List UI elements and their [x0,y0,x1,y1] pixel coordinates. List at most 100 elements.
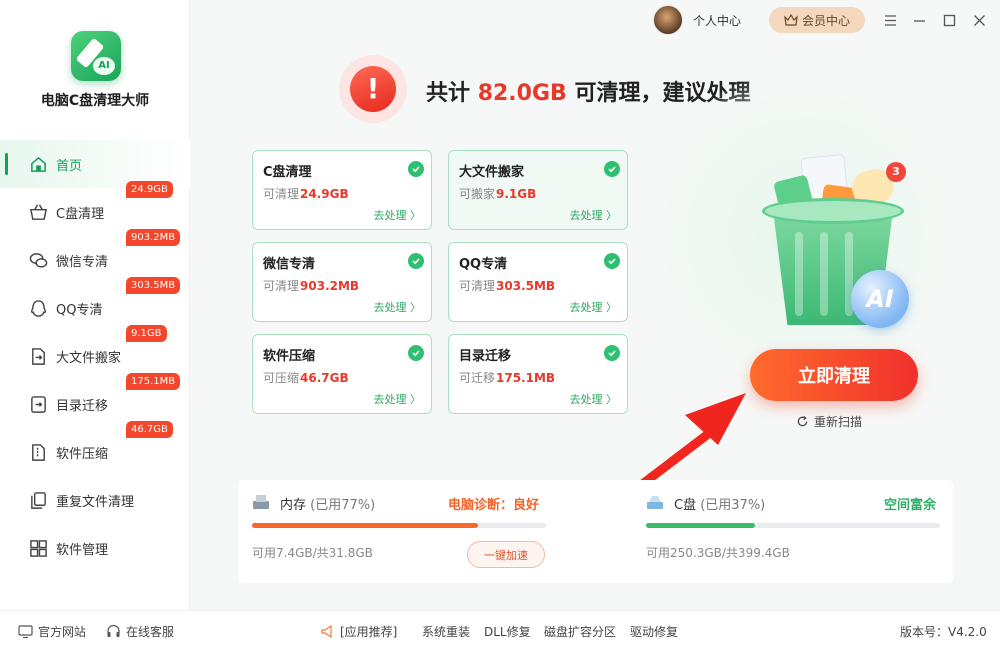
notification-badge: 3 [886,162,906,182]
qq-icon [28,298,48,318]
size-badge: 175.1MB [126,373,181,390]
sidebar: AI 电脑C盘清理大师 首页 C盘清理 24.9GB 微信专清 903.2MB [0,0,190,610]
minimize-icon [913,19,925,22]
footer: 官方网站 在线客服 [应用推荐] 系统重装 DLL修复 磁盘扩容分区 驱动修复 … [0,610,1000,650]
sidebar-item-label: 微信专清 [56,254,109,270]
avatar[interactable] [653,5,683,35]
minimize-button[interactable] [908,9,930,31]
crown-icon [784,13,798,26]
sidebar-item-duplicate-clean[interactable]: 重复文件清理 [0,476,190,524]
close-button[interactable] [968,9,990,31]
clean-now-button[interactable]: 立即清理 [750,349,918,401]
memory-icon [252,493,270,511]
menu-icon [884,14,896,26]
card-action-link[interactable]: 去处理 〉 [374,207,422,223]
card-value: 9.1GB [496,187,537,201]
drive-icon [646,493,664,511]
maximize-icon [943,14,955,26]
online-support-link[interactable]: 在线客服 [106,623,174,640]
memory-label: 内存 (已用77%) [280,498,376,513]
close-icon [973,14,985,26]
size-badge: 9.1GB [126,325,167,342]
check-icon [604,161,620,177]
recommend-label: [应用推荐] [320,623,397,640]
total-cleanable-amount: 82.0GB [477,81,567,106]
card-sub: 可清理303.5MB [459,279,556,293]
grid-icon [28,538,48,558]
sidebar-nav: 首页 C盘清理 24.9GB 微信专清 903.2MB QQ专清 303.5MB [0,140,190,572]
card-action-link[interactable]: 去处理 〉 [570,299,618,315]
card-value: 175.1MB [496,371,556,385]
footer-link-driver-repair[interactable]: 驱动修复 [630,623,678,640]
card-value: 303.5MB [496,279,556,293]
card-value: 903.2MB [300,279,360,293]
app-logo: AI [71,31,121,81]
check-icon [408,161,424,177]
sidebar-item-software-compress[interactable]: 软件压缩 46.7GB [0,421,190,476]
card-c-drive-clean[interactable]: C盘清理 可清理24.9GB 去处理 〉 [252,150,432,230]
disk-progress-fill [646,523,755,528]
memory-usage: (已用77%) [310,498,376,513]
memory-available: 可用7.4GB/共31.8GB [252,546,373,560]
card-sub: 可搬家9.1GB [459,187,537,201]
card-sub: 可清理903.2MB [263,279,360,293]
rescan-button[interactable]: 重新扫描 [796,413,862,430]
megaphone-icon [321,624,332,639]
title-prefix: 共计 [426,81,471,106]
card-title: 软件压缩 [263,349,316,364]
personal-center-link[interactable]: 个人中心 [693,12,741,29]
card-title: 微信专清 [263,257,316,272]
rescan-label: 重新扫描 [814,415,863,429]
headset-icon [107,624,120,637]
logo-ai-badge: AI [93,57,115,75]
sidebar-item-software-manage[interactable]: 软件管理 [0,524,190,572]
size-badge: 303.5MB [126,277,181,294]
disk-progress-bar [646,523,940,528]
card-title: 大文件搬家 [459,165,525,180]
version-label: 版本号：V4.2.0 [900,625,987,639]
sidebar-item-label: 目录迁移 [56,398,109,414]
footer-link-system-reinstall[interactable]: 系统重装 [422,623,470,640]
one-click-boost-button[interactable]: 一键加速 [467,541,545,568]
alert-icon: ! [339,55,407,123]
disk-usage: (已用37%) [700,498,766,513]
maximize-button[interactable] [938,9,960,31]
card-value: 46.7GB [300,371,349,385]
footer-link-dll-repair[interactable]: DLL修复 [484,623,531,640]
home-icon [28,154,48,174]
sidebar-item-label: 重复文件清理 [56,494,135,510]
memory-progress-bar [252,523,546,528]
sidebar-item-label: 大文件搬家 [56,350,122,366]
card-action-link[interactable]: 去处理 〉 [374,391,422,407]
card-software-compress[interactable]: 软件压缩 可压缩46.7GB 去处理 〉 [252,334,432,414]
sidebar-item-label: C盘清理 [56,206,105,222]
card-large-file-move[interactable]: 大文件搬家 可搬家9.1GB 去处理 〉 [448,150,628,230]
card-title: C盘清理 [263,165,312,180]
card-action-link[interactable]: 去处理 〉 [570,207,618,223]
app-name: 电脑C盘清理大师 [40,93,150,109]
card-sub: 可压缩46.7GB [263,371,349,385]
card-title: QQ专清 [459,257,508,272]
sidebar-item-label: QQ专清 [56,302,103,318]
vip-center-button[interactable]: 会员中心 [769,7,865,33]
disk-available: 可用250.3GB/共399.4GB [646,546,790,560]
size-badge: 903.2MB [126,229,181,246]
diagnosis-status: 电脑诊断：良好 [448,498,540,513]
card-value: 24.9GB [300,187,349,201]
menu-button[interactable] [879,9,901,31]
footer-link-disk-partition[interactable]: 磁盘扩容分区 [544,623,616,640]
card-sub: 可清理24.9GB [263,187,349,201]
disk-status: 空间富余 [884,498,937,513]
compress-icon [28,442,48,462]
page-title: 共计 82.0GB 可清理，建议处理 [426,75,750,107]
basket-icon [28,202,48,222]
vip-center-label: 会员中心 [801,13,850,28]
system-status-panel: 内存 (已用77%) 电脑诊断：良好 可用7.4GB/共31.8GB 一键加速 … [238,480,953,583]
card-wechat-clean[interactable]: 微信专清 可清理903.2MB 去处理 〉 [252,242,432,322]
card-qq-clean[interactable]: QQ专清 可清理303.5MB 去处理 〉 [448,242,628,322]
check-icon [408,253,424,269]
official-website-link[interactable]: 官方网站 [18,623,86,640]
card-action-link[interactable]: 去处理 〉 [374,299,422,315]
ai-orb-icon: AI [851,270,909,328]
check-icon [408,345,424,361]
